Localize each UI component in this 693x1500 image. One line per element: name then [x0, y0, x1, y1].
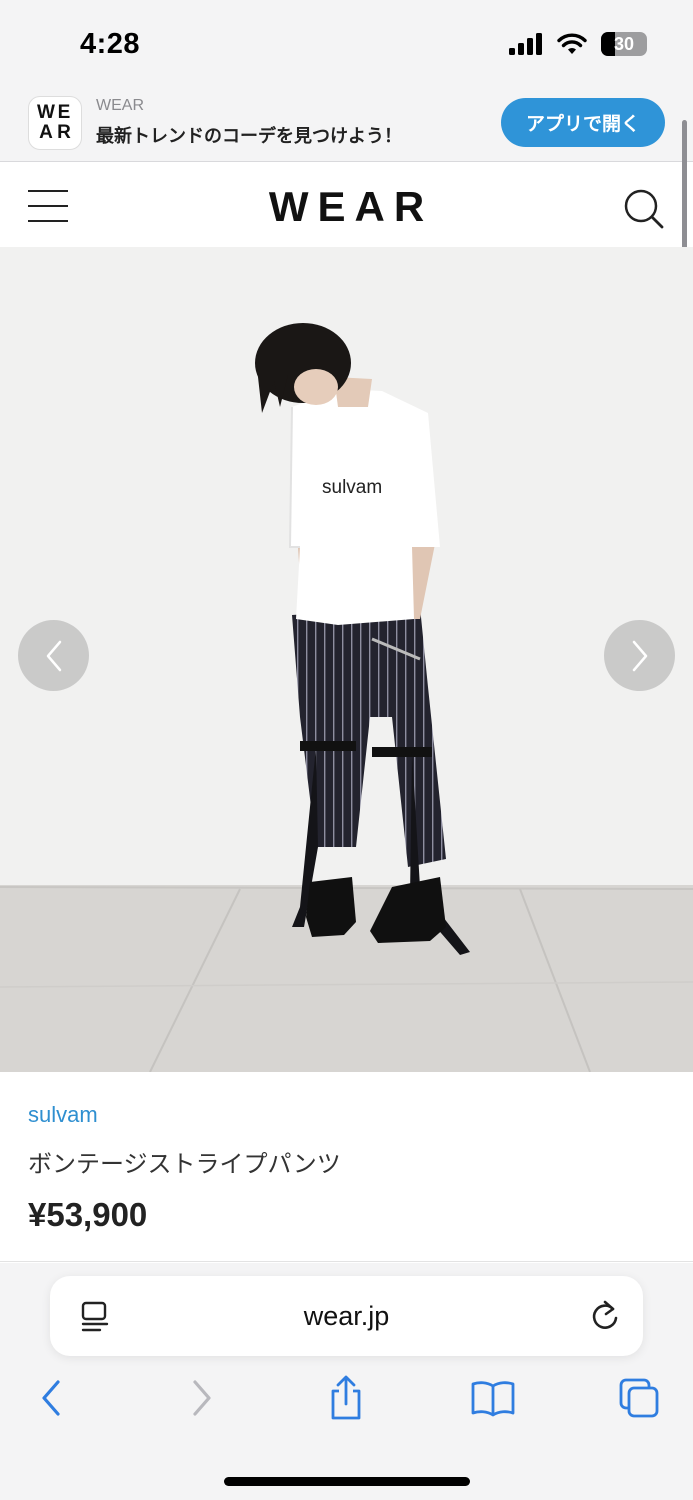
wear-app-logo: W E A R [28, 96, 82, 150]
chevron-right-icon [632, 640, 647, 671]
product-price: ¥53,900 [28, 1196, 148, 1233]
home-indicator[interactable] [224, 1477, 470, 1486]
chevron-left-icon [46, 640, 61, 671]
address-bar[interactable]: wear.jp [50, 1276, 643, 1356]
forward-icon [193, 1380, 211, 1416]
site-logo[interactable]: WEAR [0, 183, 693, 231]
app-logo-letter: E [57, 102, 71, 123]
bookmarks-icon [471, 1381, 515, 1417]
carousel-prev-button[interactable] [18, 620, 89, 691]
status-bar: 4:28 30 [0, 0, 693, 90]
product-image-carousel[interactable]: sulvam [0, 247, 693, 1072]
app-tagline: 最新トレンドのコーデを見つけよう！ [96, 126, 402, 146]
battery-icon: 30 [601, 32, 647, 56]
open-in-app-button[interactable]: アプリで開く [501, 98, 665, 147]
site-header: WEAR [0, 163, 693, 247]
back-button[interactable] [26, 1373, 76, 1423]
status-time: 4:28 [80, 28, 141, 60]
cellular-signal-icon [509, 33, 542, 55]
brand-link[interactable]: sulvam [28, 1102, 98, 1128]
browser-nav-toolbar [0, 1373, 693, 1433]
app-logo-letter: W [37, 102, 55, 123]
product-name: ボンテージストライプパンツ [28, 1151, 341, 1178]
tabs-button[interactable] [614, 1373, 664, 1423]
browser-toolbar: wear.jp [0, 1263, 693, 1500]
app-name: WEAR [96, 97, 144, 114]
product-info: sulvam ボンテージストライプパンツ ¥53,900 [0, 1072, 693, 1262]
share-button[interactable] [321, 1373, 371, 1423]
app-install-banner: W E A R WEAR 最新トレンドのコーデを見つけよう！ アプリで開く [0, 90, 693, 162]
search-icon[interactable] [623, 188, 665, 230]
bookmarks-button[interactable] [468, 1373, 518, 1423]
tshirt-print: sulvam [322, 477, 382, 498]
carousel-next-button[interactable] [604, 620, 675, 691]
status-icons: 30 [509, 32, 647, 56]
app-logo-letter: A [39, 122, 53, 143]
url-text[interactable]: wear.jp [50, 1301, 643, 1332]
tabs-icon [619, 1378, 659, 1418]
reload-icon[interactable] [589, 1299, 621, 1333]
back-icon [42, 1380, 60, 1416]
product-photo: sulvam [0, 247, 693, 1072]
forward-button[interactable] [177, 1373, 227, 1423]
battery-level: 30 [613, 33, 635, 54]
app-logo-letter: R [57, 122, 71, 143]
share-icon [331, 1375, 361, 1420]
wifi-icon [557, 33, 587, 54]
